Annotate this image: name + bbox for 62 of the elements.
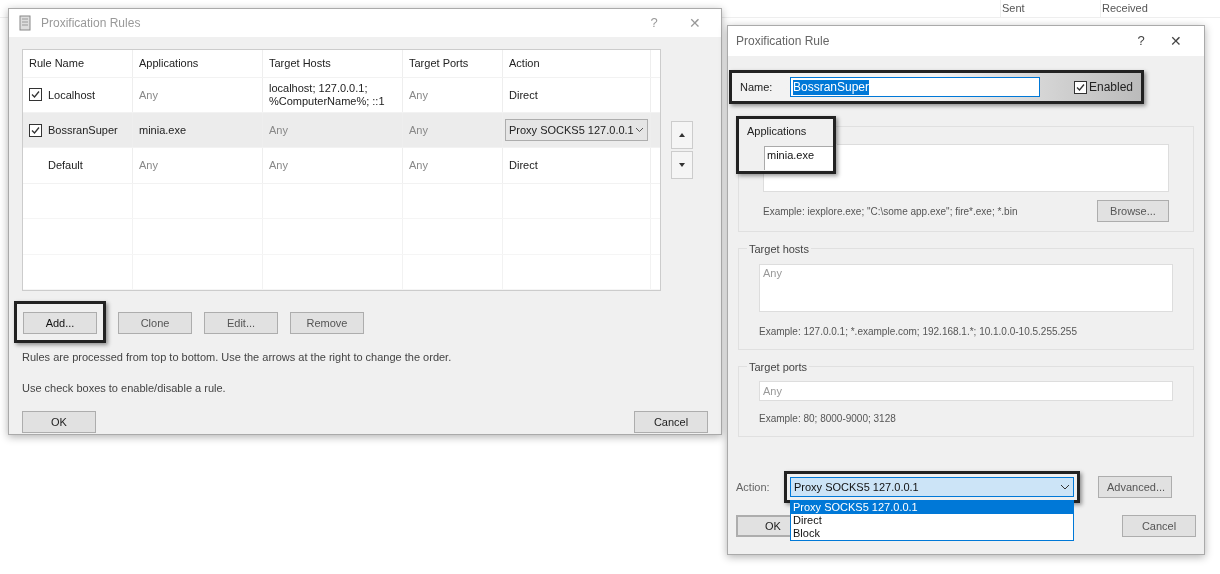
field-label: Name:	[740, 79, 774, 95]
table-cell-text: Default	[48, 158, 83, 174]
column-header[interactable]: Target Ports	[409, 55, 469, 72]
checkbox[interactable]	[1073, 80, 1087, 94]
example-text: Example: iexplore.exe; "C:\some app.exe"; fire*.exe; *.bin	[763, 204, 1018, 219]
table-cell-text: Any	[409, 158, 428, 174]
example-text: Example: 80; 8000-9000; 3128	[759, 412, 897, 426]
button[interactable]: Clone	[118, 312, 192, 335]
applications-value: minia.exe	[764, 145, 833, 170]
button[interactable]: Advanced...	[1098, 476, 1172, 498]
table-cell-text: Any	[409, 87, 428, 103]
table-cell-text: Any	[139, 158, 158, 174]
column-header[interactable]: Sent	[1002, 0, 1025, 17]
target-hosts-field[interactable]: Any	[759, 263, 1173, 312]
applications-field[interactable]	[837, 144, 1169, 192]
help-button[interactable]: ?	[1126, 31, 1156, 51]
table-cell-text: minia.exe	[139, 122, 187, 138]
table-cell-text: Any	[409, 122, 428, 138]
action-dropdown[interactable]: Proxy SOCKS5 127.0.0.1	[505, 119, 648, 142]
table-cell-text: Localhost	[48, 87, 96, 103]
column-header[interactable]: Rule Name	[29, 55, 85, 72]
chevron-icon	[1060, 484, 1070, 490]
table-cell-text: BossranSuper	[48, 122, 118, 138]
action-dropdown[interactable]: Proxy SOCKS5 127.0.0.1	[790, 477, 1074, 497]
column-header[interactable]: Received	[1102, 0, 1148, 17]
table-row[interactable]: Localhost Any localhost; 127.0.0.1; %ComputerName%; ::1 Any Direct	[23, 77, 660, 113]
button[interactable]: Browse...	[1097, 200, 1169, 222]
button[interactable]: Cancel	[634, 411, 708, 434]
table-row[interactable]: Default Any Any Any Direct	[23, 148, 660, 184]
table-cell-text: localhost; 127.0.0.1; %ComputerName%; ::1	[269, 81, 386, 108]
table-cell-text: Direct	[508, 158, 539, 174]
table-cell: Any	[269, 159, 288, 173]
checkbox[interactable]	[29, 88, 42, 102]
window-title: Proxification Rules	[41, 15, 142, 32]
checkbox-label: Enabled	[1088, 79, 1133, 96]
up-arrow-icon	[679, 133, 685, 137]
table-cell-text: Direct	[508, 87, 539, 103]
button[interactable]: OK	[22, 411, 96, 434]
button[interactable]: Cancel	[1122, 515, 1196, 537]
dropdown-option[interactable]: Proxy SOCKS5 127.0.0.1	[791, 501, 1073, 514]
scroll-icon	[17, 15, 33, 31]
chevron-icon	[635, 127, 644, 134]
name-field[interactable]: BossranSuper	[790, 77, 1040, 97]
table-cell-text: Any	[139, 87, 158, 103]
window-title: Proxification Rule	[736, 33, 831, 50]
down-arrow-icon	[679, 163, 685, 167]
button[interactable]: Add...	[23, 312, 97, 335]
table-row[interactable]: BossranSuper minia.exe Any Any Proxy SOCKS5 127.0.0.1	[23, 112, 660, 149]
note-text: Use check boxes to enable/disable a rule.	[22, 380, 227, 396]
close-button[interactable]: ✕	[1156, 30, 1196, 52]
button[interactable]: Remove	[290, 312, 364, 335]
group-label: Applications	[746, 124, 808, 139]
field-label: Action:	[736, 479, 771, 495]
column-header[interactable]: Applications	[139, 55, 199, 72]
column-header[interactable]: Target Hosts	[269, 55, 331, 72]
target-ports-field[interactable]: Any	[759, 381, 1173, 401]
example-text: Example: 127.0.0.1; *.example.com; 192.168.1.*; 10.1.0.0-10.5.255.255	[759, 324, 1078, 339]
note-text: Rules are processed from top to bottom. Use the arrows at the right to change the order.	[22, 350, 453, 366]
checkbox[interactable]	[29, 123, 42, 137]
table-cell: Any	[269, 123, 288, 137]
button[interactable]: Edit...	[204, 312, 278, 335]
column-header[interactable]: Action	[509, 55, 540, 72]
